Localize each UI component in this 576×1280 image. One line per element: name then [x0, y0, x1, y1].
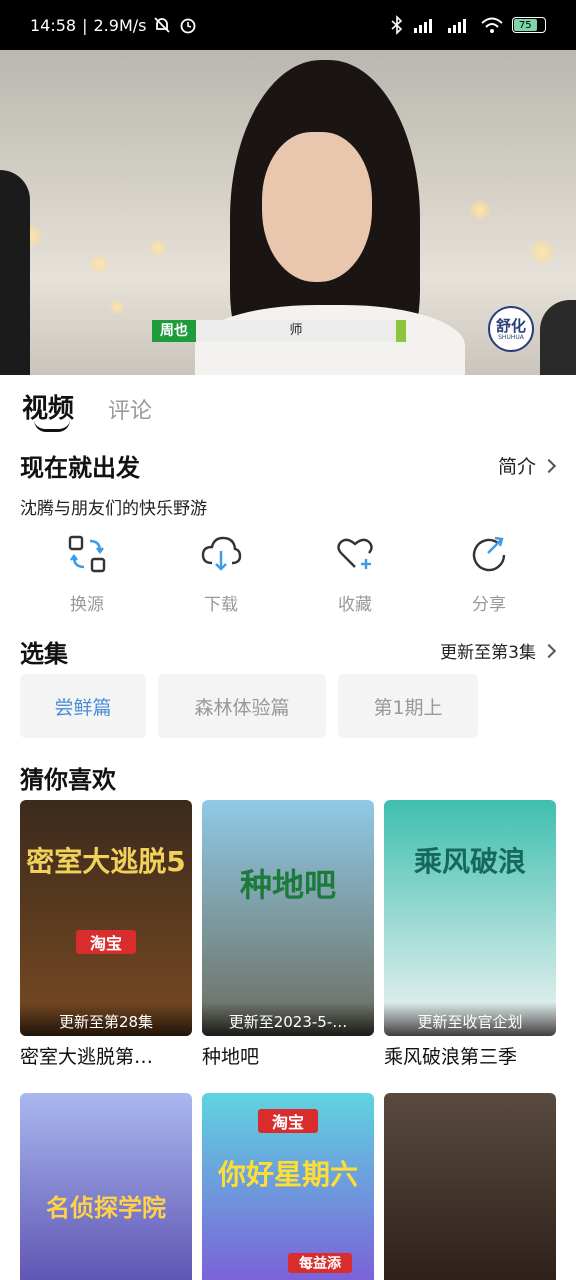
episodes-update-label: 更新至第3集: [440, 643, 536, 663]
recommend-card[interactable]: [384, 1093, 556, 1280]
poster-caption: 更新至2023-5-…: [202, 1002, 374, 1036]
episode-chip[interactable]: 尝鲜篇: [20, 674, 146, 738]
network-speed: 2.9M/s: [93, 15, 147, 35]
poster-title: 乘风破浪: [413, 845, 526, 878]
signal-hd-icon-2: [446, 15, 472, 35]
episode-chip[interactable]: 第1期上: [338, 674, 478, 738]
caption-name: 周也: [152, 320, 196, 342]
video-player[interactable]: 周也 师 舒化 SHUHUA: [0, 50, 576, 375]
download-button[interactable]: 下载: [176, 532, 266, 615]
share-button[interactable]: 分享: [444, 532, 534, 615]
poster-image: [384, 1093, 556, 1280]
person-face: [262, 132, 372, 282]
episodes-all-button[interactable]: 更新至第3集: [440, 638, 557, 663]
recommend-card[interactable]: 名侦探学院: [20, 1093, 192, 1280]
tab-indicator: [34, 420, 70, 432]
poster-image: 淘宝 你好星期六 每益添: [202, 1093, 374, 1280]
person-silhouette: [540, 300, 576, 375]
bokeh-light: [530, 240, 554, 264]
battery-level: 75: [514, 19, 537, 31]
recommend-name: 密室大逃脱第…: [20, 1046, 154, 1068]
recommend-name: 乘风破浪第三季: [384, 1046, 518, 1068]
poster-caption: 更新至收官企划: [384, 1002, 556, 1036]
show-title: 现在就出发: [20, 454, 140, 482]
sponsor-logo: 舒化 SHUHUA: [488, 306, 534, 352]
episodes-title: 选集: [20, 640, 68, 668]
signal-hd-icon: [412, 15, 438, 35]
caption-accent: [396, 320, 406, 342]
switch-source-icon: [65, 532, 109, 576]
poster-title: 密室大逃脱5: [26, 845, 186, 878]
caption-bar: 周也 师: [152, 320, 406, 342]
chevron-right-icon: [541, 643, 557, 658]
download-label: 下载: [204, 595, 238, 615]
poster-image: 名侦探学院: [20, 1093, 192, 1280]
bluetooth-icon: [390, 15, 404, 35]
recommend-card[interactable]: 密室大逃脱5 淘宝 更新至第28集 密室大逃脱第…: [20, 800, 192, 1069]
bokeh-light: [90, 255, 108, 273]
battery-icon: 75: [512, 17, 546, 33]
recommend-card[interactable]: 淘宝 你好星期六 每益添: [202, 1093, 374, 1280]
bokeh-light: [110, 300, 124, 314]
intro-label: 简介: [497, 456, 536, 478]
recommend-card[interactable]: 乘风破浪 更新至收官企划 乘风破浪第三季: [384, 800, 556, 1069]
tab-video[interactable]: 视频: [22, 388, 74, 432]
poster-brand: 淘宝: [258, 1109, 318, 1133]
mute-bell-icon: [152, 15, 172, 35]
recommend-grid: 密室大逃脱5 淘宝 更新至第28集 密室大逃脱第… 种地吧 更新至2023-5-…: [20, 800, 556, 1280]
poster-image: 种地吧 更新至2023-5-…: [202, 800, 374, 1036]
intro-button[interactable]: 简介: [497, 452, 557, 479]
switch-source-label: 换源: [70, 595, 104, 615]
chevron-right-icon: [541, 458, 557, 473]
poster-brand-secondary: 每益添: [288, 1253, 352, 1273]
poster-caption: 更新至第28集: [20, 1002, 192, 1036]
wifi-icon: [480, 15, 504, 35]
bokeh-light: [150, 240, 166, 256]
caption-text: 师: [196, 320, 396, 342]
recommend-title: 猜你喜欢: [20, 766, 116, 794]
content-tabs: 视频 评论: [22, 388, 152, 432]
tab-comments[interactable]: 评论: [108, 393, 152, 425]
divider: |: [82, 15, 88, 35]
person-silhouette: [0, 170, 30, 375]
heart-plus-icon: [333, 532, 377, 576]
switch-source-button[interactable]: 换源: [42, 532, 132, 615]
share-label: 分享: [472, 595, 506, 615]
favorite-button[interactable]: 收藏: [310, 532, 400, 615]
bokeh-light: [470, 200, 490, 220]
clock: 14:58: [30, 15, 77, 35]
poster-title: 种地吧: [239, 866, 336, 904]
alarm-icon: [178, 15, 198, 35]
action-row: 换源 下载 收藏 分享: [20, 532, 556, 615]
episode-list: 尝鲜篇 森林体验篇 第1期上: [20, 674, 478, 738]
poster-title: 名侦探学院: [46, 1194, 166, 1222]
episode-chip[interactable]: 森林体验篇: [158, 674, 326, 738]
share-icon: [467, 532, 511, 576]
sponsor-logo-text: 舒化: [495, 316, 526, 335]
sponsor-logo-subtext: SHUHUA: [498, 333, 524, 341]
recommend-card[interactable]: 种地吧 更新至2023-5-… 种地吧: [202, 800, 374, 1069]
poster-image: 密室大逃脱5 淘宝 更新至第28集: [20, 800, 192, 1036]
show-subtitle: 沈腾与朋友们的快乐野游: [20, 499, 207, 519]
poster-image: 乘风破浪 更新至收官企划: [384, 800, 556, 1036]
tab-comments-label: 评论: [108, 399, 153, 424]
status-bar: 14:58 | 2.9M/s 75: [0, 0, 576, 50]
recommend-name: 种地吧: [202, 1046, 260, 1068]
favorite-label: 收藏: [338, 595, 372, 615]
cloud-download-icon: [199, 532, 243, 576]
poster-title: 你好星期六: [217, 1158, 358, 1191]
poster-brand: 淘宝: [76, 930, 136, 954]
